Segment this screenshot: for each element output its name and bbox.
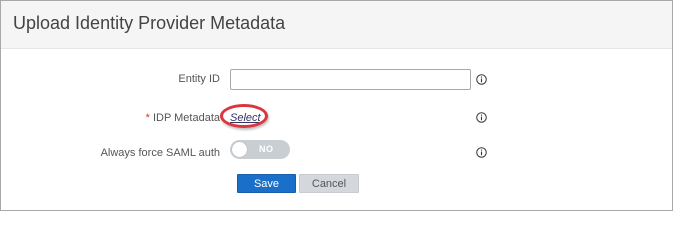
force-saml-toggle[interactable]: NO xyxy=(230,140,290,159)
entity-id-label: Entity ID xyxy=(178,73,220,85)
cancel-button[interactable]: Cancel xyxy=(299,174,359,193)
entity-id-input[interactable] xyxy=(230,69,471,90)
idp-metadata-label-text: IDP Metadata xyxy=(152,112,220,124)
upload-idp-metadata-dialog: Upload Identity Provider Metadata Entity… xyxy=(0,0,673,211)
entity-id-info-icon[interactable] xyxy=(476,74,487,85)
force-saml-info-icon[interactable] xyxy=(476,147,487,158)
dialog-title: Upload Identity Provider Metadata xyxy=(13,13,286,33)
idp-metadata-select-link[interactable]: Select xyxy=(230,112,261,124)
toggle-state-text: NO xyxy=(259,144,274,154)
idp-metadata-info-icon[interactable] xyxy=(476,112,487,123)
idp-metadata-label: * IDP Metadata xyxy=(146,112,220,124)
save-button[interactable]: Save xyxy=(237,174,296,193)
dialog-header: Upload Identity Provider Metadata xyxy=(1,1,672,49)
force-saml-label: Always force SAML auth xyxy=(100,147,220,159)
required-asterisk: * xyxy=(145,112,150,124)
toggle-knob xyxy=(232,142,247,157)
